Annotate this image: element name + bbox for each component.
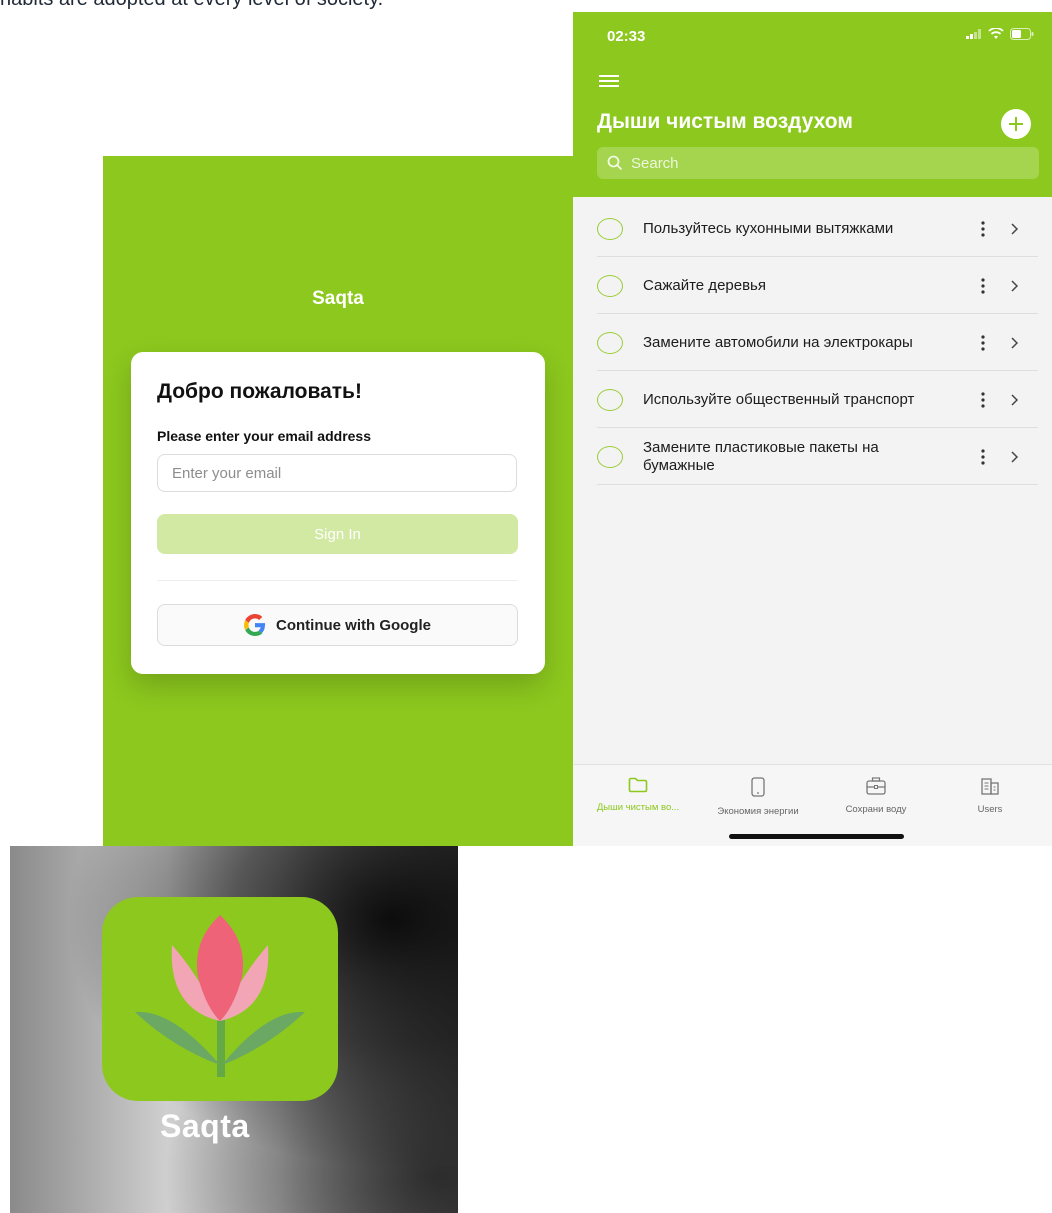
google-icon	[244, 614, 266, 636]
tab-label: Users	[977, 804, 1003, 815]
radio-button[interactable]	[597, 445, 623, 468]
hamburger-menu-icon[interactable]	[599, 74, 619, 88]
signal-icon	[966, 29, 981, 39]
more-options-icon[interactable]	[980, 448, 986, 466]
list-item-label: Замените автомобили на электрокары	[643, 333, 913, 351]
list-item-label: Сажайте деревья	[643, 276, 766, 294]
login-card: Добро пожаловать! Please enter your emai…	[131, 352, 545, 674]
chevron-right-icon[interactable]	[1009, 279, 1019, 292]
more-options-icon[interactable]	[980, 277, 986, 295]
email-label: Please enter your email address	[157, 428, 371, 444]
status-icons	[966, 28, 1034, 40]
battery-icon	[1010, 28, 1034, 40]
tab-clean-air[interactable]: Дыши чистым во...	[583, 777, 693, 815]
list-item[interactable]: Сажайте деревья	[573, 257, 1052, 314]
radio-button[interactable]	[597, 217, 623, 240]
email-field[interactable]	[157, 454, 517, 492]
list-item[interactable]: Используйте общественный транспорт	[573, 371, 1052, 428]
list-item[interactable]: Замените автомобили на электрокары	[573, 314, 1052, 371]
continue-with-google-button[interactable]: Continue with Google	[157, 604, 518, 646]
phone-icon	[751, 777, 765, 797]
folder-icon	[628, 777, 648, 793]
login-screen: Saqta Добро пожаловать! Please enter you…	[103, 156, 573, 846]
chevron-right-icon[interactable]	[1009, 336, 1019, 349]
google-button-label: Continue with Google	[276, 616, 431, 634]
building-icon	[981, 778, 999, 795]
list-item[interactable]: Пользуйтесь кухонными вытяжками	[573, 200, 1052, 257]
app-title: Saqta	[312, 288, 364, 309]
radio-button[interactable]	[597, 388, 623, 411]
sign-in-button[interactable]: Sign In	[157, 514, 518, 554]
more-options-icon[interactable]	[980, 220, 986, 238]
tab-save-water[interactable]: Сохрани воду	[821, 777, 931, 817]
wifi-icon	[988, 28, 1004, 39]
home-indicator	[729, 834, 904, 839]
radio-button[interactable]	[597, 331, 623, 354]
more-options-icon[interactable]	[980, 334, 986, 352]
chevron-right-icon[interactable]	[1009, 222, 1019, 235]
list-item[interactable]: Замените пластиковые пакеты на бумажные	[573, 428, 1052, 485]
add-button[interactable]	[1001, 109, 1031, 139]
header: 02:33 Дыши чистым воздухом Search	[573, 12, 1052, 197]
tips-list: Пользуйтесь кухонными вытяжками Сажайте …	[573, 200, 1052, 485]
tab-users[interactable]: Users	[935, 777, 1045, 817]
plus-icon	[1009, 117, 1023, 131]
more-options-icon[interactable]	[980, 391, 986, 409]
app-icon-photo: Saqta	[10, 846, 458, 1213]
list-item-label: Используйте общественный транспорт	[643, 390, 915, 408]
chevron-right-icon[interactable]	[1009, 393, 1019, 406]
tulip-icon	[135, 915, 305, 1077]
list-item-label: Пользуйтесь кухонными вытяжками	[643, 219, 894, 237]
page-title: Дыши чистым воздухом	[597, 110, 853, 133]
chevron-right-icon[interactable]	[1009, 450, 1019, 463]
search-input[interactable]: Search	[597, 147, 1039, 179]
tab-energy-saving[interactable]: Экономия энергии	[703, 777, 813, 819]
list-screen: 02:33 Дыши чистым воздухом Search Пользу…	[573, 12, 1052, 846]
search-placeholder: Search	[631, 154, 679, 172]
list-item-label: Замените пластиковые пакеты на бумажные	[643, 438, 879, 474]
welcome-title: Добро пожаловать!	[157, 380, 362, 403]
divider	[157, 580, 518, 581]
app-icon[interactable]	[102, 897, 338, 1101]
tab-label: Сохрани воду	[845, 804, 907, 815]
status-time: 02:33	[607, 28, 646, 45]
search-icon	[607, 155, 623, 171]
briefcase-icon	[866, 777, 886, 795]
tab-label: Дыши чистым во...	[596, 802, 680, 813]
tab-label: Экономия энергии	[717, 806, 799, 817]
app-icon-label: Saqta	[160, 1108, 250, 1144]
radio-button[interactable]	[597, 274, 623, 297]
document-text: habits are adopted at every level of soc…	[0, 0, 383, 11]
